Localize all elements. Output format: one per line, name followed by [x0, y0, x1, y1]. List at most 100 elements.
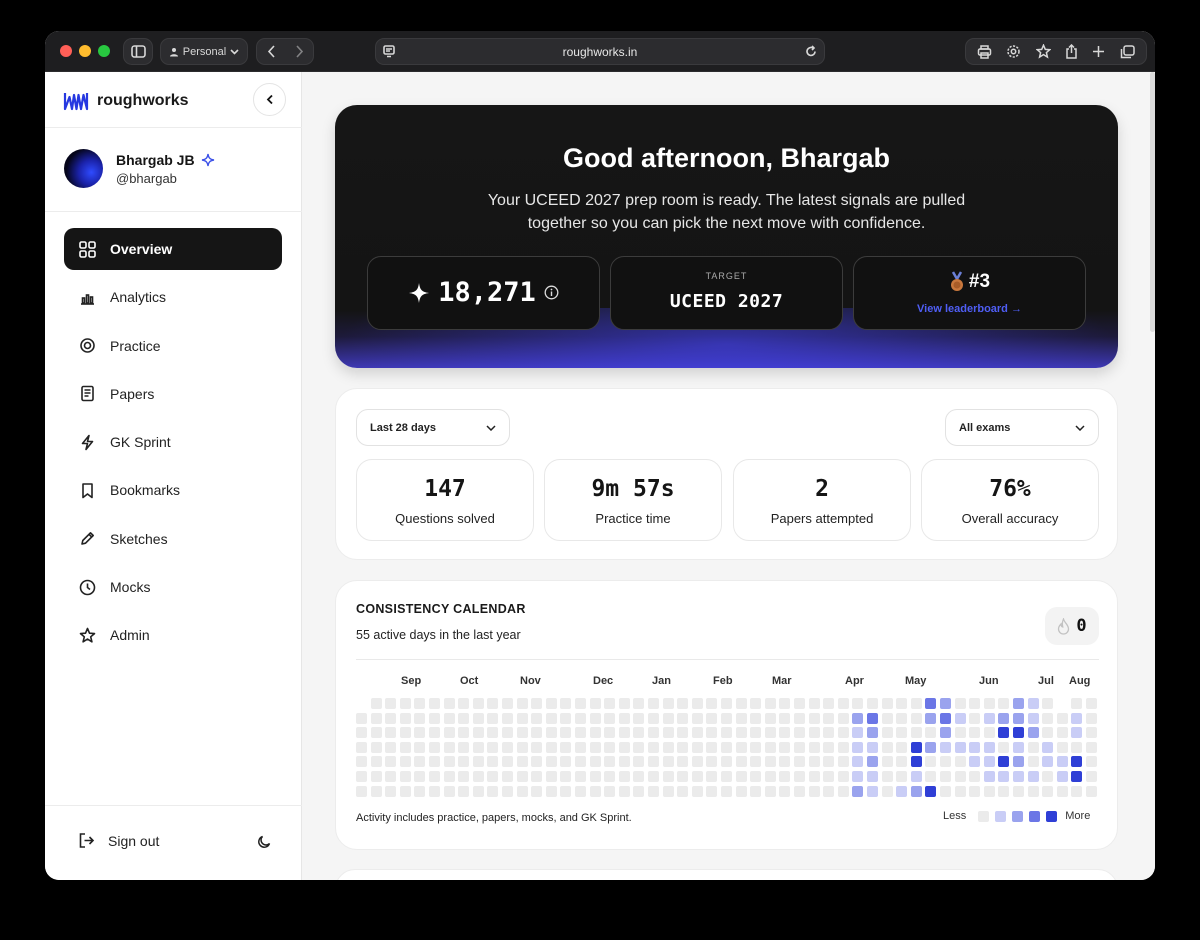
- share-icon[interactable]: [1065, 44, 1078, 59]
- sidebar-item-admin[interactable]: Admin: [64, 614, 282, 656]
- calendar-day-cell[interactable]: [589, 771, 601, 782]
- calendar-day-cell[interactable]: [458, 698, 470, 709]
- calendar-day-cell[interactable]: [779, 727, 791, 739]
- address-bar[interactable]: roughworks.in: [375, 38, 825, 65]
- calendar-day-cell[interactable]: [370, 727, 382, 739]
- calendar-day-cell[interactable]: [618, 756, 630, 768]
- calendar-day-cell[interactable]: [954, 785, 966, 797]
- calendar-day-cell[interactable]: [910, 756, 922, 768]
- calendar-day-cell[interactable]: [852, 771, 864, 782]
- theme-toggle[interactable]: [257, 834, 272, 854]
- calendar-day-cell[interactable]: [414, 756, 426, 768]
- calendar-day-cell[interactable]: [662, 756, 674, 768]
- calendar-day-cell[interactable]: [1071, 756, 1083, 768]
- view-leaderboard-link[interactable]: View leaderboard →: [854, 303, 1085, 315]
- calendar-day-cell[interactable]: [589, 756, 601, 768]
- calendar-day-cell[interactable]: [560, 756, 572, 768]
- calendar-day-cell[interactable]: [531, 771, 543, 782]
- scrollbar[interactable]: [1150, 72, 1155, 332]
- calendar-day-cell[interactable]: [589, 712, 601, 724]
- calendar-day-cell[interactable]: [969, 712, 981, 724]
- calendar-day-cell[interactable]: [764, 727, 776, 739]
- calendar-day-cell[interactable]: [881, 771, 893, 782]
- calendar-day-cell[interactable]: [1013, 756, 1024, 768]
- calendar-day-cell[interactable]: [502, 712, 513, 724]
- calendar-day-cell[interactable]: [560, 741, 572, 753]
- calendar-day-cell[interactable]: [1027, 727, 1039, 739]
- calendar-day-cell[interactable]: [429, 727, 440, 739]
- calendar-day-cell[interactable]: [1071, 785, 1083, 797]
- calendar-day-cell[interactable]: [823, 727, 835, 739]
- calendar-day-cell[interactable]: [881, 698, 893, 709]
- calendar-day-cell[interactable]: [896, 741, 908, 753]
- calendar-day-cell[interactable]: [677, 712, 689, 724]
- calendar-day-cell[interactable]: [604, 698, 616, 709]
- calendar-day-cell[interactable]: [735, 756, 747, 768]
- calendar-day-cell[interactable]: [808, 785, 820, 797]
- calendar-day-cell[interactable]: [706, 698, 718, 709]
- calendar-day-cell[interactable]: [414, 785, 426, 797]
- period-select[interactable]: Last 28 days: [356, 409, 510, 446]
- calendar-day-cell[interactable]: [458, 741, 470, 753]
- calendar-day-cell[interactable]: [618, 785, 630, 797]
- calendar-day-cell[interactable]: [677, 727, 689, 739]
- calendar-day-cell[interactable]: [808, 771, 820, 782]
- calendar-day-cell[interactable]: [706, 741, 718, 753]
- calendar-day-cell[interactable]: [443, 771, 455, 782]
- calendar-day-cell[interactable]: [429, 756, 440, 768]
- calendar-day-cell[interactable]: [998, 785, 1010, 797]
- calendar-day-cell[interactable]: [750, 785, 762, 797]
- calendar-day-cell[interactable]: [399, 727, 411, 739]
- calendar-day-cell[interactable]: [1042, 756, 1054, 768]
- calendar-day-cell[interactable]: [560, 698, 572, 709]
- calendar-day-cell[interactable]: [370, 741, 382, 753]
- calendar-day-cell[interactable]: [925, 741, 937, 753]
- calendar-day-cell[interactable]: [677, 741, 689, 753]
- calendar-day-cell[interactable]: [764, 785, 776, 797]
- calendar-day-cell[interactable]: [925, 785, 937, 797]
- calendar-day-cell[interactable]: [502, 698, 513, 709]
- calendar-day-cell[interactable]: [487, 698, 499, 709]
- calendar-day-cell[interactable]: [940, 741, 951, 753]
- calendar-day-cell[interactable]: [1086, 698, 1097, 709]
- calendar-day-cell[interactable]: [618, 698, 630, 709]
- calendar-day-cell[interactable]: [531, 756, 543, 768]
- calendar-day-cell[interactable]: [1027, 756, 1039, 768]
- calendar-day-cell[interactable]: [516, 756, 528, 768]
- calendar-day-cell[interactable]: [691, 771, 703, 782]
- calendar-day-cell[interactable]: [852, 741, 864, 753]
- calendar-day-cell[interactable]: [852, 712, 864, 724]
- calendar-day-cell[interactable]: [633, 698, 645, 709]
- calendar-day-cell[interactable]: [1056, 785, 1068, 797]
- page-settings-icon[interactable]: [383, 45, 395, 58]
- calendar-day-cell[interactable]: [735, 698, 747, 709]
- calendar-day-cell[interactable]: [969, 741, 981, 753]
- calendar-day-cell[interactable]: [1042, 712, 1054, 724]
- calendar-day-cell[interactable]: [1086, 785, 1097, 797]
- sidebar-item-bookmarks[interactable]: Bookmarks: [64, 469, 282, 511]
- calendar-day-cell[interactable]: [677, 785, 689, 797]
- calendar-day-cell[interactable]: [1027, 771, 1039, 782]
- calendar-day-cell[interactable]: [969, 756, 981, 768]
- calendar-day-cell[interactable]: [648, 785, 659, 797]
- calendar-day-cell[interactable]: [429, 741, 440, 753]
- calendar-day-cell[interactable]: [998, 698, 1010, 709]
- calendar-day-cell[interactable]: [472, 741, 484, 753]
- calendar-day-cell[interactable]: [1056, 756, 1068, 768]
- calendar-day-cell[interactable]: [677, 771, 689, 782]
- calendar-day-cell[interactable]: [969, 727, 981, 739]
- sidebar-item-practice[interactable]: Practice: [64, 325, 282, 367]
- calendar-day-cell[interactable]: [721, 698, 732, 709]
- calendar-day-cell[interactable]: [983, 756, 995, 768]
- calendar-day-cell[interactable]: [589, 727, 601, 739]
- calendar-day-cell[interactable]: [560, 785, 572, 797]
- calendar-day-cell[interactable]: [1071, 741, 1083, 753]
- calendar-day-cell[interactable]: [867, 698, 878, 709]
- calendar-day-cell[interactable]: [969, 771, 981, 782]
- calendar-day-cell[interactable]: [983, 698, 995, 709]
- calendar-day-cell[interactable]: [896, 756, 908, 768]
- calendar-day-cell[interactable]: [925, 727, 937, 739]
- minimize-window-button[interactable]: [79, 45, 91, 57]
- calendar-day-cell[interactable]: [881, 712, 893, 724]
- calendar-day-cell[interactable]: [721, 785, 732, 797]
